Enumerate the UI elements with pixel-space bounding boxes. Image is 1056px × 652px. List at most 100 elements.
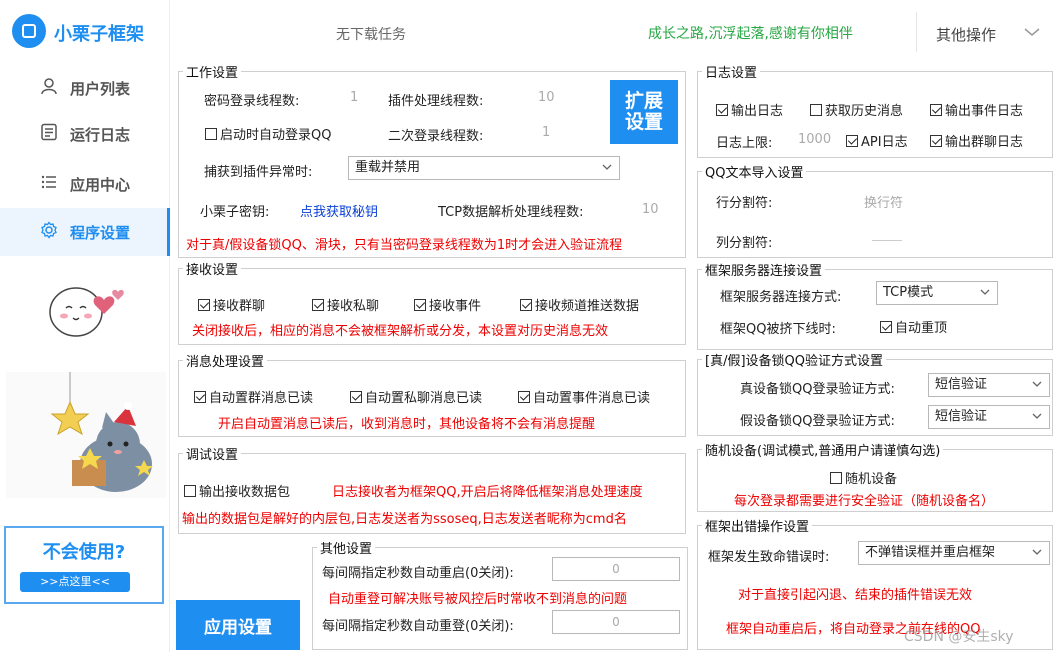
- auto-read-group-checkbox[interactable]: 自动置群消息已读: [194, 387, 313, 406]
- checkbox-box: [930, 103, 942, 116]
- other-note: 自动重登可解决账号被风控后时常收不到消息的问题: [328, 592, 628, 607]
- api-log-checkbox[interactable]: API日志: [846, 131, 908, 150]
- second-login-threads-label: 二次登录线程数:: [388, 129, 484, 144]
- auto-relogin-label: 每间隔指定秒数自动重登(0关闭):: [322, 619, 514, 634]
- debug-note-2: 输出的数据包是解好的内层包,日志发送者为ssoseq,日志发送者昵称为cmd名: [182, 512, 627, 527]
- event-log-checkbox[interactable]: 输出事件日志: [930, 100, 1023, 119]
- real-device-lock-label: 真设备锁QQ登录验证方式:: [740, 382, 895, 397]
- checkbox-box: [930, 134, 942, 147]
- random-device-label: 随机设备: [845, 472, 898, 487]
- mascot-sticker-image: [49, 287, 124, 337]
- auto-read-group-label: 自动置群消息已读: [209, 391, 314, 406]
- help-banner[interactable]: 不会使用? >>点这里<<: [4, 526, 164, 604]
- connection-mode-value: TCP模式: [883, 285, 934, 300]
- connection-mode-select[interactable]: TCP模式: [876, 281, 998, 305]
- gear-icon: [38, 220, 60, 244]
- key-label: 小栗子密钥:: [200, 205, 270, 220]
- work-settings-legend: 工作设置: [186, 66, 239, 81]
- output-packet-checkbox[interactable]: 输出接收数据包: [184, 481, 290, 500]
- receive-channel-checkbox[interactable]: 接收频道推送数据: [520, 295, 639, 314]
- sidebar-item-users[interactable]: 用户列表: [0, 64, 170, 112]
- tcp-threads-label: TCP数据解析处理线程数:: [438, 205, 584, 220]
- pwd-threads-field[interactable]: 1: [350, 90, 358, 105]
- receive-channel-label: 接收频道推送数据: [535, 299, 640, 314]
- receive-event-label: 接收事件: [429, 299, 482, 314]
- work-warning-note: 对于真/假设备锁QQ、滑块，只有当密码登录线程数为1时才会进入验证流程: [186, 238, 623, 253]
- plugin-exception-select[interactable]: 重载并禁用: [348, 156, 620, 180]
- plugin-threads-label: 插件处理线程数:: [388, 94, 484, 109]
- fake-device-lock-value: 短信验证: [935, 409, 988, 424]
- kicked-offline-label: 框架QQ被挤下线时:: [720, 322, 836, 337]
- auto-read-event-checkbox[interactable]: 自动置事件消息已读: [518, 387, 650, 406]
- sidebar-item-label: 应用中心: [70, 175, 131, 194]
- receive-event-checkbox[interactable]: 接收事件: [414, 295, 481, 314]
- api-log-label: API日志: [861, 135, 908, 150]
- receive-group-label: 接收群聊: [213, 299, 266, 314]
- checkbox-box: [350, 390, 362, 403]
- plugin-threads-field[interactable]: 10: [538, 90, 555, 105]
- receive-group-checkbox[interactable]: 接收群聊: [198, 295, 265, 314]
- chevron-down-icon: [1032, 413, 1042, 419]
- chevron-down-icon: [980, 289, 990, 295]
- checkbox-box: [810, 103, 822, 116]
- sidebar-item-label: 程序设置: [70, 223, 131, 242]
- sidebar-item-app-center[interactable]: 应用中心: [0, 160, 170, 208]
- auto-relogin-checkbox[interactable]: 自动重顶: [880, 317, 947, 336]
- auto-relogin-input[interactable]: 0: [552, 610, 680, 634]
- history-message-checkbox[interactable]: 获取历史消息: [810, 100, 903, 119]
- watermark: CSDN @安生sky: [904, 629, 1014, 645]
- chevron-down-icon[interactable]: [1022, 22, 1042, 42]
- fatal-error-select[interactable]: 不弹错误框并重启框架: [858, 541, 1050, 565]
- other-actions-menu[interactable]: 其他操作: [936, 24, 996, 45]
- user-icon: [38, 77, 60, 100]
- group-log-checkbox[interactable]: 输出群聊日志: [930, 131, 1023, 150]
- log-limit-field[interactable]: 1000: [798, 132, 831, 147]
- checkbox-box: [830, 471, 842, 484]
- fatal-error-value: 不弹错误框并重启框架: [865, 545, 996, 560]
- auto-read-private-checkbox[interactable]: 自动置私聊消息已读: [350, 387, 482, 406]
- debug-settings-legend: 调试设置: [186, 448, 239, 463]
- sidebar-item-label: 运行日志: [70, 125, 131, 144]
- sidebar-item-logs[interactable]: 运行日志: [0, 110, 170, 158]
- second-login-threads-field[interactable]: 1: [542, 125, 550, 140]
- output-log-label: 输出日志: [731, 104, 784, 119]
- help-link[interactable]: >>点这里<<: [20, 572, 130, 592]
- download-status: 无下载任务: [336, 27, 406, 43]
- history-message-label: 获取历史消息: [825, 104, 904, 119]
- app-window: 小栗子框架 用户列表 运行日志 应用中心 程序设置 不会使用? >>点这里<< …: [0, 0, 1056, 652]
- server-connection-legend: 框架服务器连接设置: [705, 264, 823, 279]
- auto-restart-input[interactable]: 0: [552, 557, 680, 581]
- get-key-link[interactable]: 点我获取秘钥: [300, 201, 378, 220]
- random-device-legend: 随机设备(调试模式,普通用户请谨慎勾选): [705, 444, 941, 459]
- column-separator-field[interactable]: [872, 240, 902, 241]
- real-device-lock-select[interactable]: 短信验证: [928, 373, 1050, 397]
- auto-login-checkbox[interactable]: 启动时自动登录QQ: [205, 124, 331, 143]
- pwd-threads-label: 密码登录线程数:: [204, 94, 300, 109]
- sidebar-item-settings[interactable]: 程序设置: [0, 208, 170, 256]
- apply-settings-button[interactable]: 应用设置: [176, 600, 300, 650]
- sidebar-item-label: 用户列表: [70, 79, 131, 98]
- message-settings-legend: 消息处理设置: [186, 355, 265, 370]
- receive-private-checkbox[interactable]: 接收私聊: [312, 295, 379, 314]
- logo-icon: [12, 14, 46, 48]
- group-log-label: 输出群聊日志: [945, 135, 1024, 150]
- random-device-checkbox[interactable]: 随机设备: [830, 468, 897, 487]
- expand-settings-button[interactable]: 扩展设置: [610, 80, 678, 144]
- checkbox-box: [520, 298, 532, 311]
- app-title: 小栗子框架: [54, 24, 144, 45]
- checkbox-box: [184, 484, 196, 497]
- row-separator-field[interactable]: 换行符: [864, 192, 903, 211]
- cat-star-sticker-image: [6, 372, 166, 498]
- auto-login-label: 启动时自动登录QQ: [220, 128, 332, 143]
- log-settings-legend: 日志设置: [705, 66, 758, 81]
- tcp-threads-field[interactable]: 10: [642, 202, 659, 217]
- receive-private-label: 接收私聊: [327, 299, 380, 314]
- header-divider: [916, 12, 917, 52]
- motto-text: 成长之路,沉浮起落,感谢有你相伴: [648, 26, 853, 42]
- fake-device-lock-select[interactable]: 短信验证: [928, 405, 1050, 429]
- row-separator-label: 行分割符:: [716, 196, 773, 211]
- checkbox-box: [716, 103, 728, 116]
- checkbox-box: [198, 298, 210, 311]
- output-log-checkbox[interactable]: 输出日志: [716, 100, 783, 119]
- connection-mode-label: 框架服务器连接方式:: [720, 290, 842, 305]
